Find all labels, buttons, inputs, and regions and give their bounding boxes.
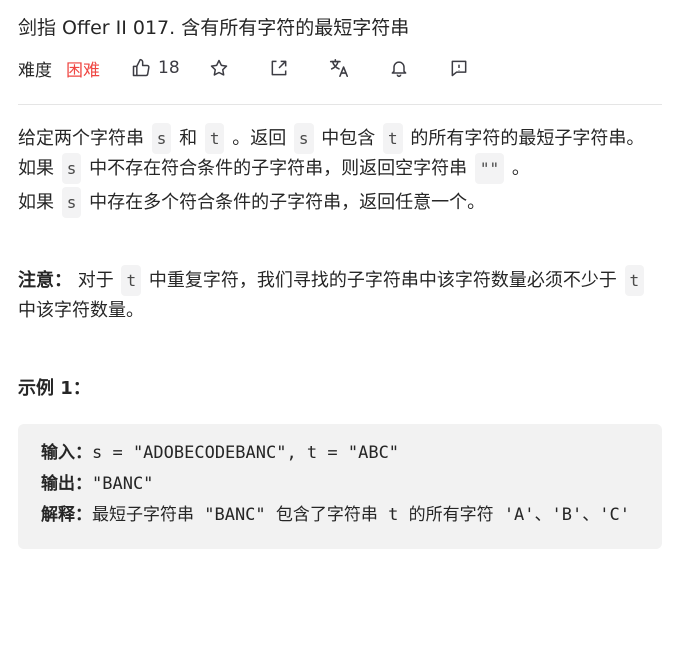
input-label: 输入： (41, 443, 92, 463)
explain-label: 解释： (41, 505, 92, 525)
divider (18, 104, 662, 105)
difficulty-label: 难度 (18, 60, 52, 81)
feedback-icon[interactable] (448, 57, 470, 79)
problem-meta-bar: 难度 困难 18 (18, 55, 470, 81)
desc-text: 。返回 (226, 128, 292, 149)
code-s: s (293, 123, 314, 154)
code-s: s (61, 153, 82, 184)
problem-title: 剑指 Offer II 017. 含有所有字符的最短字符串 (18, 17, 410, 39)
code-s: s (61, 187, 82, 218)
desc-text: 如果 (18, 192, 60, 213)
output-value: "BANC" (92, 474, 154, 494)
desc-text: 中存在多个符合条件的子字符串，返回任意一个。 (83, 192, 486, 213)
code-t: t (624, 265, 645, 296)
code-t: t (204, 123, 225, 154)
like-count: 18 (158, 58, 180, 78)
translate-icon[interactable] (328, 57, 350, 79)
desc-text: 中不存在符合条件的子字符串，则返回空字符串 (83, 158, 473, 179)
thumbs-up-icon (130, 57, 152, 79)
share-icon[interactable] (268, 57, 290, 79)
example-1-title: 示例 1： (18, 378, 91, 399)
input-value: s = "ADOBECODEBANC", t = "ABC" (92, 443, 400, 463)
desc-paragraph-2: 如果 s 中存在多个符合条件的子字符串，返回任意一个。 (18, 187, 662, 218)
desc-text: 中包含 (315, 128, 382, 149)
desc-text: 。 (506, 158, 530, 179)
code-t: t (383, 123, 403, 154)
output-label: 输出： (41, 474, 92, 494)
example-1-block: 输入：s = "ADOBECODEBANC", t = "ABC" 输出："BA… (18, 424, 662, 549)
desc-paragraph-1: 给定两个字符串 s 和 t 。返回 s 中包含 t 的所有字符的最短子字符串。如… (18, 123, 662, 184)
desc-text: 和 (173, 128, 203, 149)
code-empty-string: "" (474, 153, 505, 184)
desc-text: 对于 (72, 270, 120, 291)
code-s: s (151, 123, 172, 154)
desc-text: 中重复字符，我们寻找的子字符串中该字符数量必须不少于 (143, 270, 623, 291)
problem-description: 给定两个字符串 s 和 t 。返回 s 中包含 t 的所有字符的最短子字符串。如… (18, 123, 662, 549)
desc-text: 中该字符数量。 (18, 300, 144, 321)
bell-icon[interactable] (388, 57, 410, 79)
explain-value: 最短子字符串 "BANC" 包含了字符串 t 的所有字符 'A'、'B'、'C' (92, 505, 630, 525)
code-t: t (121, 265, 142, 296)
star-icon[interactable] (208, 57, 230, 79)
note-paragraph: 注意： 对于 t 中重复字符，我们寻找的子字符串中该字符数量必须不少于 t 中该… (18, 265, 662, 326)
difficulty-badge: 困难 (66, 60, 100, 81)
like-button[interactable]: 18 (130, 57, 180, 79)
note-label: 注意： (18, 270, 72, 291)
desc-text: 给定两个字符串 (18, 128, 150, 149)
